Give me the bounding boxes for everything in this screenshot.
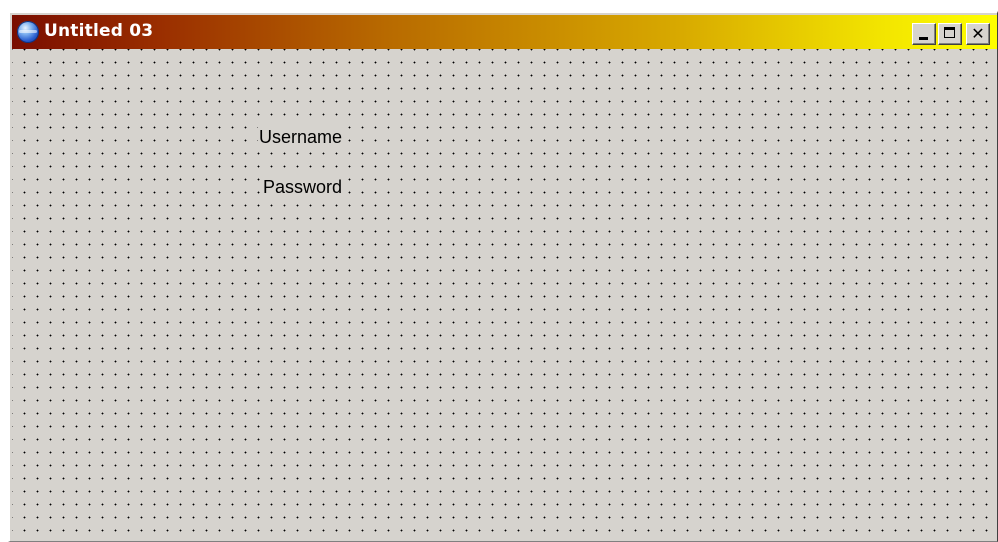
close-button[interactable]: ✕ [966,23,990,45]
globe-icon[interactable] [17,21,39,43]
design-grid-canvas[interactable]: Username Password [12,49,997,541]
title-bar[interactable]: Untitled 03 ✕ [12,15,997,49]
maximize-button[interactable] [938,23,962,45]
maximize-icon [944,27,955,38]
minimize-button[interactable] [912,23,936,45]
minimize-icon [919,37,928,40]
form-designer-window: Untitled 03 ✕ Username Password [8,11,998,542]
window-title: Untitled 03 [44,21,154,41]
password-label[interactable]: Password [262,176,344,198]
username-label[interactable]: Username [258,126,344,148]
close-icon: ✕ [971,24,985,43]
